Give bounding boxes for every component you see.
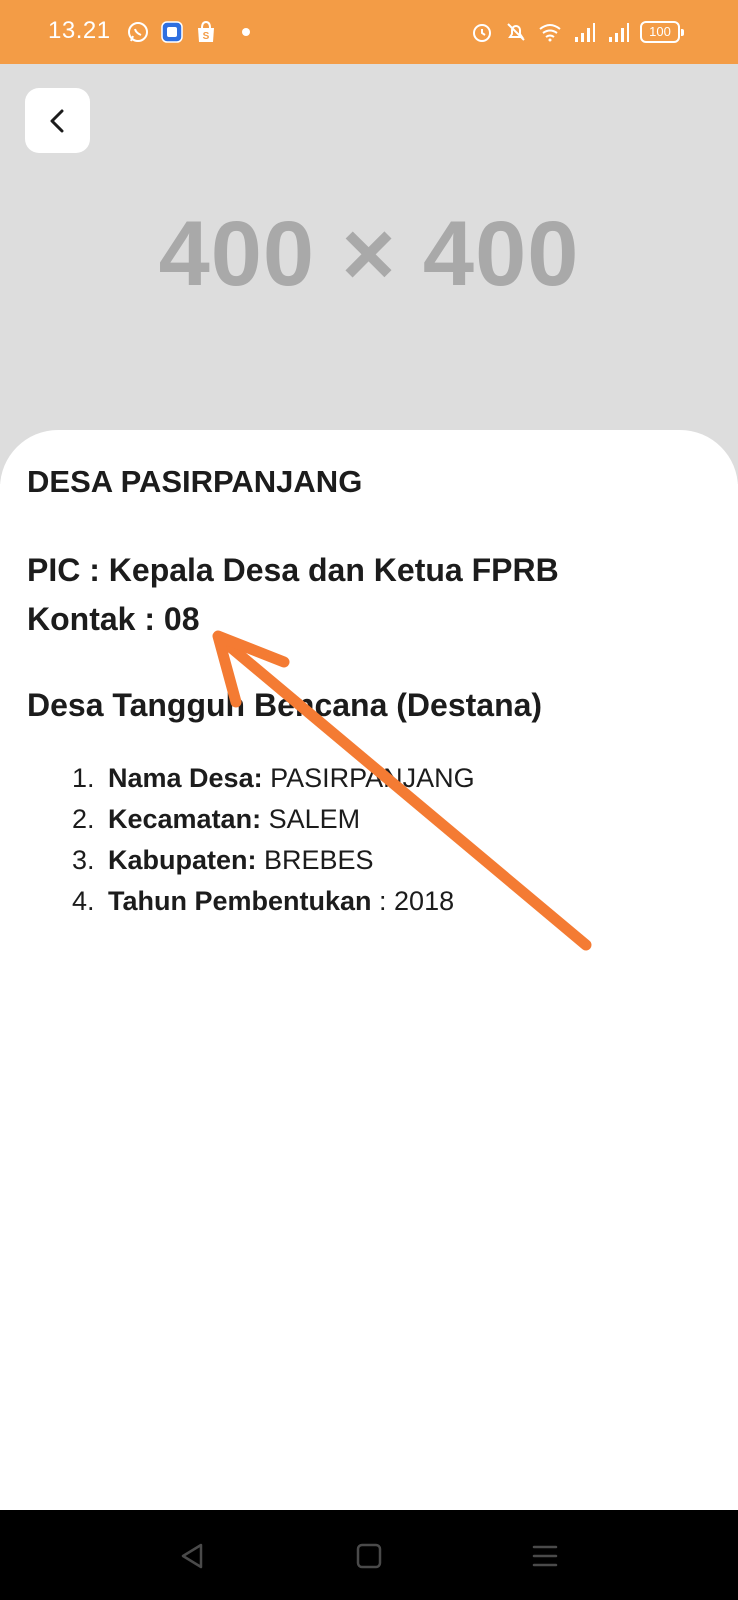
village-title: DESA PASIRPANJANG bbox=[27, 464, 363, 499]
item-label: Nama Desa: bbox=[108, 763, 263, 793]
item-value: BREBES bbox=[256, 845, 374, 875]
contact-text: Kontak : 08 bbox=[27, 601, 200, 637]
status-right-icons: 100 bbox=[470, 20, 684, 44]
battery-indicator: 100 bbox=[640, 21, 684, 43]
signal-icon bbox=[575, 23, 595, 42]
menu-icon bbox=[532, 1545, 558, 1567]
app-icon bbox=[161, 21, 183, 43]
list-item: 4. Tahun Pembentukan : 2018 bbox=[72, 886, 455, 916]
status-bar: 13.21 S 100 bbox=[0, 0, 738, 64]
navigation-bar bbox=[0, 1510, 738, 1600]
nav-menu-button[interactable] bbox=[525, 1536, 565, 1576]
chevron-left-icon bbox=[50, 109, 63, 132]
svg-text:S: S bbox=[203, 31, 210, 42]
item-label: Kecamatan: bbox=[108, 804, 262, 834]
wifi-icon bbox=[539, 24, 561, 42]
item-value: PASIRPANJANG bbox=[262, 763, 475, 793]
item-label: Kabupaten: bbox=[108, 845, 257, 875]
alarm-icon bbox=[473, 24, 491, 42]
pic-text: PIC : Kepala Desa dan Ketua FPRB bbox=[27, 552, 559, 588]
image-placeholder-text: 400 × 400 bbox=[158, 203, 580, 305]
status-left-icons: S bbox=[126, 20, 250, 44]
back-button[interactable] bbox=[25, 88, 90, 153]
shopee-icon: S bbox=[198, 20, 214, 42]
mute-icon bbox=[507, 23, 525, 41]
item-value: : 2018 bbox=[371, 886, 455, 916]
status-time: 13.21 bbox=[48, 17, 111, 44]
list-item: 1. Nama Desa: PASIRPANJANG bbox=[72, 763, 475, 793]
list-item: 2. Kecamatan: SALEM bbox=[72, 804, 361, 834]
hero-image: 400 × 400 bbox=[0, 64, 738, 484]
destana-heading: Desa Tangguh Bencana (Destana) bbox=[27, 687, 543, 723]
item-value: SALEM bbox=[261, 804, 361, 834]
item-label: Tahun Pembentukan bbox=[108, 886, 372, 916]
whatsapp-icon bbox=[128, 22, 148, 42]
triangle-back-icon bbox=[181, 1543, 203, 1569]
signal-icon bbox=[609, 23, 629, 42]
square-home-icon bbox=[356, 1543, 382, 1569]
detail-sheet: DESA PASIRPANJANG PIC : Kepala Desa dan … bbox=[0, 430, 738, 1510]
nav-back-button[interactable] bbox=[172, 1536, 212, 1576]
list-item: 3. Kabupaten: BREBES bbox=[72, 845, 374, 875]
notification-dot bbox=[242, 28, 250, 36]
nav-home-button[interactable] bbox=[349, 1536, 389, 1576]
detail-list: 1. Nama Desa: PASIRPANJANG 2. Kecamatan: S… bbox=[72, 758, 475, 922]
